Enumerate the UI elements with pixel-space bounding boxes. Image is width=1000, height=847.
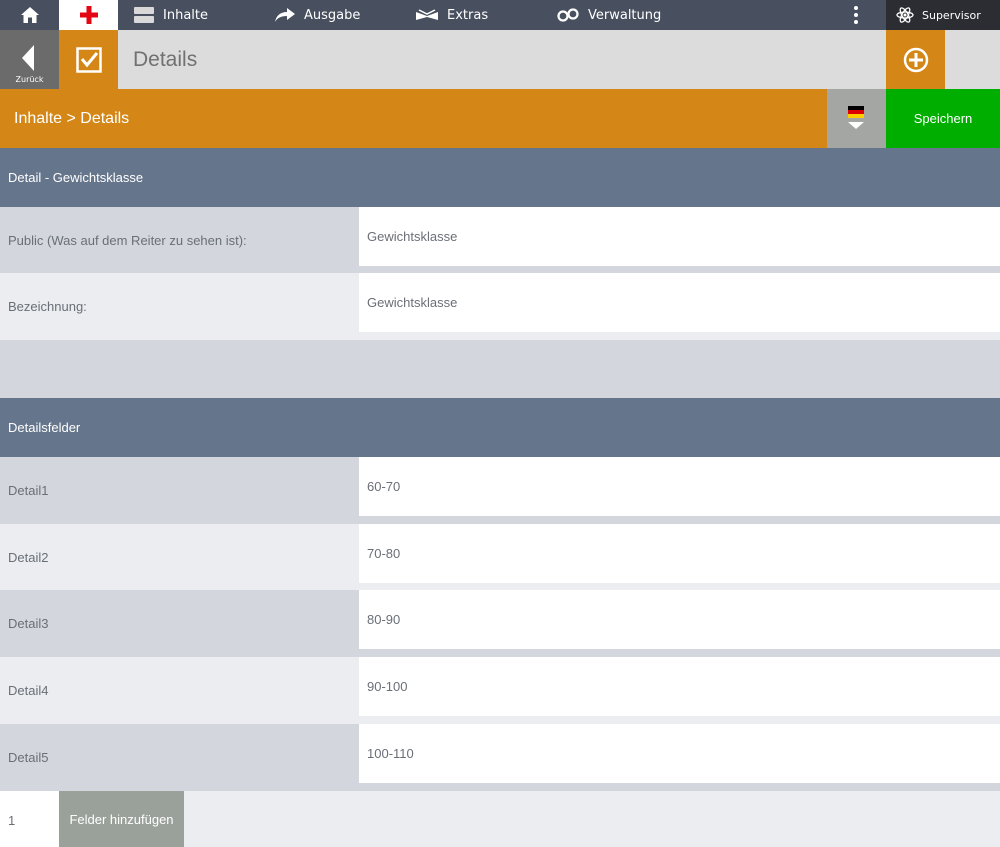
- breadcrumb-bar: Inhalte > Details Speichern: [0, 89, 1000, 148]
- chevron-down-icon: [848, 122, 864, 129]
- nav-item-label: Verwaltung: [588, 7, 662, 23]
- plus-circle-icon: [903, 47, 928, 72]
- breadcrumb: Inhalte > Details: [14, 110, 130, 127]
- add-fields-bar: 1 Felder hinzufügen: [0, 791, 1000, 847]
- detail-input[interactable]: 60-70: [359, 457, 1000, 516]
- nav-item-label: Ausgabe: [304, 7, 361, 23]
- public-name-input[interactable]: Gewichtsklasse: [359, 207, 1000, 266]
- form-row: Bezeichnung: Gewichtsklasse: [0, 273, 1000, 340]
- home-button[interactable]: [0, 0, 59, 30]
- red-cross-button[interactable]: [59, 0, 118, 30]
- nav-item-ausgabe[interactable]: Ausgabe: [275, 0, 360, 30]
- title-bar: Zurück Details: [0, 30, 1000, 89]
- add-button[interactable]: [886, 30, 945, 89]
- table-row: Detail3 80-90: [0, 590, 1000, 657]
- table-row: Detail5 100-110: [0, 724, 1000, 791]
- language-selector[interactable]: [827, 89, 886, 148]
- field-count-input[interactable]: 1: [0, 791, 59, 847]
- detail-input[interactable]: 100-110: [359, 724, 1000, 783]
- vertical-dots-icon: [854, 6, 858, 24]
- form-row: Public (Was auf dem Reiter zu sehen ist)…: [0, 207, 1000, 273]
- section-header-detailsfelder: Detailsfelder: [0, 398, 1000, 457]
- more-menu-button[interactable]: [846, 0, 866, 30]
- detail-input[interactable]: 80-90: [359, 590, 1000, 649]
- field-label: Detail1: [8, 483, 49, 498]
- red-cross-icon: [79, 6, 98, 24]
- content-icon: [134, 7, 154, 23]
- detail-input[interactable]: 70-80: [359, 524, 1000, 583]
- nav-item-verwaltung[interactable]: Verwaltung: [557, 0, 661, 30]
- detail-input[interactable]: 90-100: [359, 657, 1000, 716]
- back-label: Zurück: [15, 75, 44, 84]
- nav-item-label: Extras: [447, 7, 489, 23]
- nav-item-extras[interactable]: Extras: [416, 0, 488, 30]
- field-label: Detail4: [8, 683, 49, 698]
- user-menu[interactable]: Supervisor: [886, 0, 1000, 30]
- back-button[interactable]: Zurück: [0, 30, 59, 89]
- chevron-left-icon: [22, 45, 34, 71]
- table-row: Detail1 60-70: [0, 457, 1000, 524]
- table-row: Detail4 90-100: [0, 657, 1000, 724]
- add-fields-button[interactable]: Felder hinzufügen: [59, 791, 184, 847]
- atom-icon: [896, 7, 914, 23]
- page-title: Details: [133, 48, 198, 71]
- field-label: Detail3: [8, 616, 49, 631]
- section-header-detail: Detail - Gewichtsklasse: [0, 148, 1000, 207]
- user-name: Supervisor: [922, 8, 981, 22]
- home-icon: [20, 7, 39, 23]
- field-label: Detail2: [8, 549, 49, 565]
- confirm-button[interactable]: [59, 30, 118, 89]
- german-flag-icon: [848, 106, 864, 118]
- section-spacer: [0, 340, 1000, 398]
- gears-icon: [557, 8, 579, 22]
- field-label: Bezeichnung:: [8, 299, 87, 314]
- checkbox-icon: [75, 46, 102, 73]
- designation-input[interactable]: Gewichtsklasse: [359, 273, 1000, 332]
- table-row: Detail2 70-80: [0, 524, 1000, 590]
- field-label: Public (Was auf dem Reiter zu sehen ist)…: [8, 232, 247, 248]
- save-button[interactable]: Speichern: [886, 89, 1000, 148]
- nav-item-inhalte[interactable]: Inhalte: [134, 0, 208, 30]
- extras-icon: [416, 9, 438, 20]
- nav-item-label: Inhalte: [163, 7, 208, 23]
- field-label: Detail5: [8, 750, 49, 765]
- top-navigation: Inhalte Ausgabe Extras Verwaltung Superv…: [0, 0, 1000, 30]
- share-arrow-icon: [275, 8, 295, 22]
